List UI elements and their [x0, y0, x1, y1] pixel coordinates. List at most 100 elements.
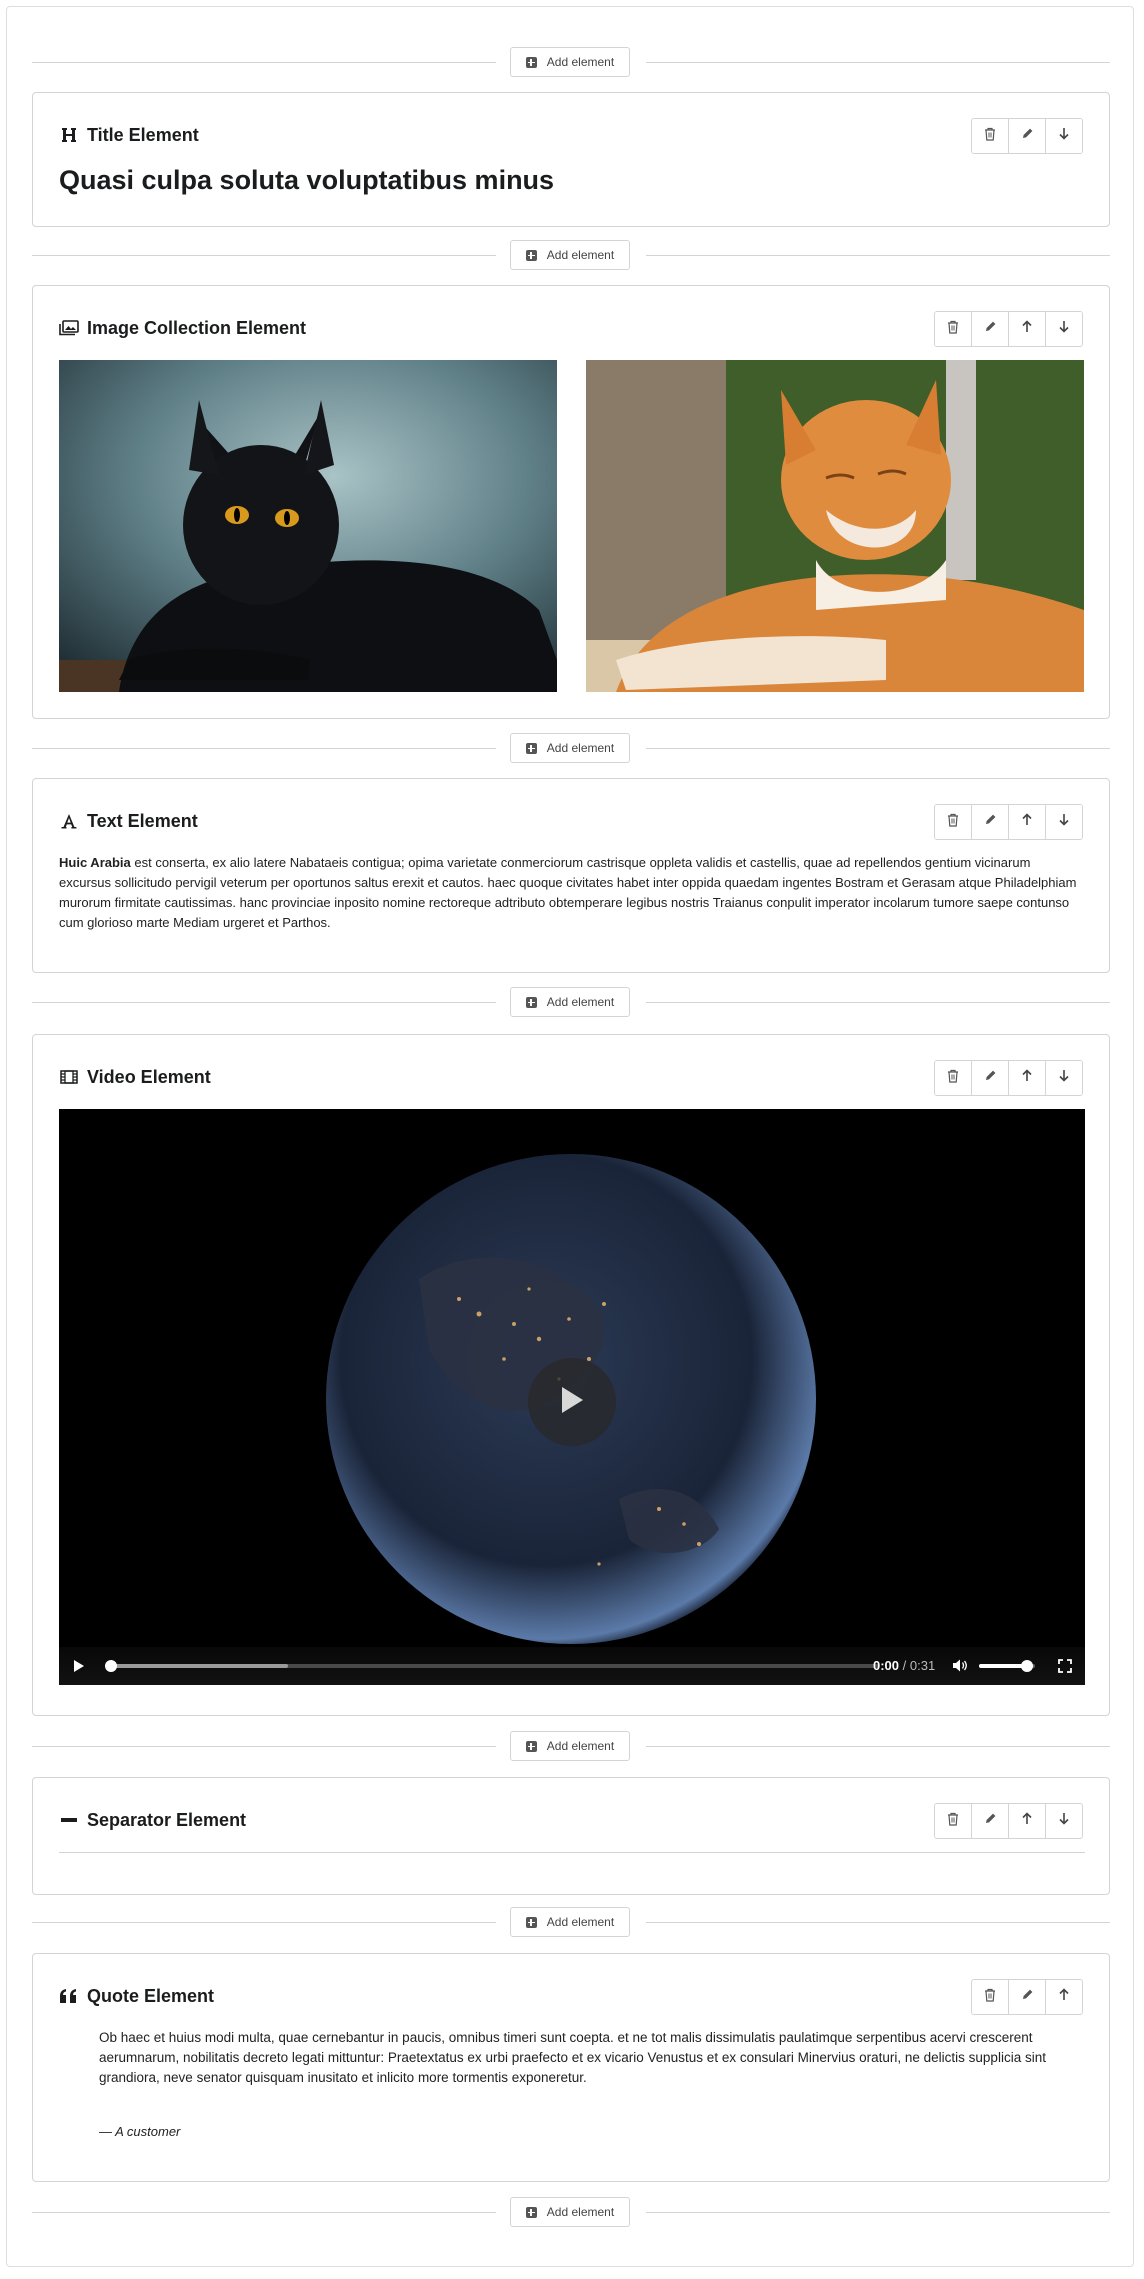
pencil-icon — [984, 813, 997, 831]
video-controls: 0:00 / 0:31 — [59, 1647, 1085, 1685]
element-actions — [934, 311, 1083, 347]
black-cat-image — [59, 360, 557, 692]
pencil-icon — [984, 320, 997, 338]
volume-thumb[interactable] — [1020, 1660, 1033, 1672]
video-player[interactable]: 0:00 / 0:31 — [59, 1109, 1085, 1685]
add-element-row: Add element — [32, 1907, 1110, 1937]
text-element-card: Text Element Huic Arabia est conserta, e… — [32, 778, 1110, 973]
pencil-icon — [1021, 1988, 1034, 2006]
arrow-down-icon — [1058, 320, 1070, 338]
move-down-button[interactable] — [1045, 1061, 1082, 1095]
trash-icon — [947, 1069, 959, 1088]
video-element-card: Video Element 0:00 / 0:31 — [32, 1034, 1110, 1716]
element-header: Image Collection Element — [87, 317, 307, 338]
delete-button[interactable] — [935, 312, 971, 346]
play-overlay-button[interactable] — [528, 1358, 616, 1446]
seek-thumb[interactable] — [105, 1660, 117, 1672]
orange-cat-image — [586, 360, 1084, 692]
images-icon — [59, 318, 79, 338]
move-up-button[interactable] — [1008, 1804, 1045, 1838]
move-down-button[interactable] — [1045, 119, 1082, 153]
move-up-button[interactable] — [1045, 1980, 1082, 2014]
arrow-up-icon — [1021, 1069, 1033, 1087]
fullscreen-button[interactable] — [1058, 1659, 1072, 1678]
move-down-button[interactable] — [1045, 805, 1082, 839]
add-element-row: Add element — [32, 240, 1110, 270]
text-content: Huic Arabia est conserta, ex alio latere… — [59, 855, 1077, 930]
quote-citation: — A customer — [99, 2124, 181, 2139]
edit-button[interactable] — [971, 805, 1008, 839]
edit-button[interactable] — [971, 1061, 1008, 1095]
element-header: Quote Element — [87, 1985, 215, 2006]
move-down-button[interactable] — [1045, 312, 1082, 346]
move-up-button[interactable] — [1008, 312, 1045, 346]
minus-icon — [59, 1810, 79, 1830]
play-icon — [559, 1385, 585, 1420]
element-actions — [934, 1803, 1083, 1839]
play-control-button[interactable] — [73, 1659, 85, 1678]
quote-element-card: Quote Element Ob haec et huius modi mult… — [32, 1953, 1110, 2182]
delete-button[interactable] — [972, 119, 1008, 153]
pencil-icon — [984, 1069, 997, 1087]
element-header: Title Element — [87, 124, 199, 145]
plus-square-icon — [525, 742, 537, 754]
add-element-button[interactable]: Add element — [510, 1731, 630, 1761]
trash-icon — [947, 320, 959, 339]
add-element-button[interactable]: Add element — [510, 47, 630, 77]
element-header: Text Element — [87, 810, 198, 831]
add-element-row: Add element — [32, 47, 1110, 77]
element-header: Separator Element — [87, 1809, 247, 1830]
arrow-up-icon — [1021, 1812, 1033, 1830]
move-up-button[interactable] — [1008, 805, 1045, 839]
delete-button[interactable] — [935, 1061, 971, 1095]
plus-square-icon — [525, 1740, 537, 1752]
delete-button[interactable] — [935, 805, 971, 839]
pencil-icon — [984, 1812, 997, 1830]
move-up-button[interactable] — [1008, 1061, 1045, 1095]
title-element-card: Title Element Quasi culpa soluta volupta… — [32, 92, 1110, 227]
add-element-button[interactable]: Add element — [510, 1907, 630, 1937]
move-down-button[interactable] — [1045, 1804, 1082, 1838]
title-content: Quasi culpa soluta voluptatibus minus — [59, 165, 555, 195]
plus-square-icon — [525, 2206, 537, 2218]
delete-button[interactable] — [972, 1980, 1008, 2014]
film-icon — [59, 1067, 79, 1087]
volume-level — [979, 1664, 1027, 1668]
element-header: Video Element — [87, 1066, 211, 1087]
volume-button[interactable] — [952, 1658, 968, 1678]
add-element-button[interactable]: Add element — [510, 2197, 630, 2227]
arrow-up-icon — [1021, 813, 1033, 831]
arrow-up-icon — [1058, 1988, 1070, 2006]
seek-buffered — [111, 1664, 288, 1668]
add-element-button[interactable]: Add element — [510, 240, 630, 270]
quote-left-icon — [59, 1986, 79, 2006]
add-element-row: Add element — [32, 2197, 1110, 2227]
edit-button[interactable] — [1008, 119, 1045, 153]
heading-icon — [59, 125, 79, 145]
arrow-down-icon — [1058, 1812, 1070, 1830]
volume-slider[interactable] — [979, 1660, 1035, 1672]
quote-text: Ob haec et huius modi multa, quae cerneb… — [99, 2030, 1046, 2085]
delete-button[interactable] — [935, 1804, 971, 1838]
add-element-button[interactable]: Add element — [510, 733, 630, 763]
add-element-row: Add element — [32, 987, 1110, 1017]
plus-square-icon — [525, 996, 537, 1008]
plus-square-icon — [525, 1916, 537, 1928]
arrow-up-icon — [1021, 320, 1033, 338]
edit-button[interactable] — [971, 1804, 1008, 1838]
seek-bar[interactable] — [105, 1660, 879, 1672]
separator-line — [59, 1852, 1085, 1853]
time-display: 0:00 / 0:31 — [873, 1658, 936, 1673]
pencil-icon — [1021, 127, 1034, 145]
separator-element-card: Separator Element — [32, 1777, 1110, 1895]
add-element-row: Add element — [32, 1731, 1110, 1761]
edit-button[interactable] — [971, 312, 1008, 346]
arrow-down-icon — [1058, 813, 1070, 831]
add-element-row: Add element — [32, 733, 1110, 763]
element-actions — [934, 804, 1083, 840]
trash-icon — [984, 1988, 996, 2007]
edit-button[interactable] — [1008, 1980, 1045, 2014]
add-element-button[interactable]: Add element — [510, 987, 630, 1017]
image-collection-element-card: Image Collection Element — [32, 285, 1110, 719]
plus-square-icon — [525, 56, 537, 68]
